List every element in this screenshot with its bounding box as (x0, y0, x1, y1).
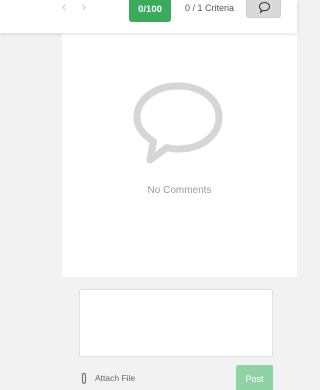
paperclip-icon (81, 372, 87, 384)
comments-panel: No Comments (62, 33, 297, 277)
top-toolbar: ‹ › 0/100 0 / 1 Criteria (0, 0, 297, 33)
attach-file-button[interactable]: Attach File (80, 371, 135, 385)
post-button[interactable]: Post (236, 365, 273, 390)
speech-bubble-icon (258, 1, 271, 14)
chevron-left-icon[interactable]: ‹ (58, 0, 70, 13)
comments-toggle-button[interactable] (246, 0, 281, 18)
empty-state-text: No Comments (147, 185, 212, 196)
comment-input[interactable] (79, 289, 273, 357)
score-badge[interactable]: 0/100 (129, 0, 171, 22)
attach-file-label: Attach File (95, 373, 136, 383)
criteria-count: 0 / 1 Criteria (185, 3, 235, 13)
speech-bubble-icon (133, 82, 223, 164)
chevron-right-icon[interactable]: › (78, 0, 90, 13)
